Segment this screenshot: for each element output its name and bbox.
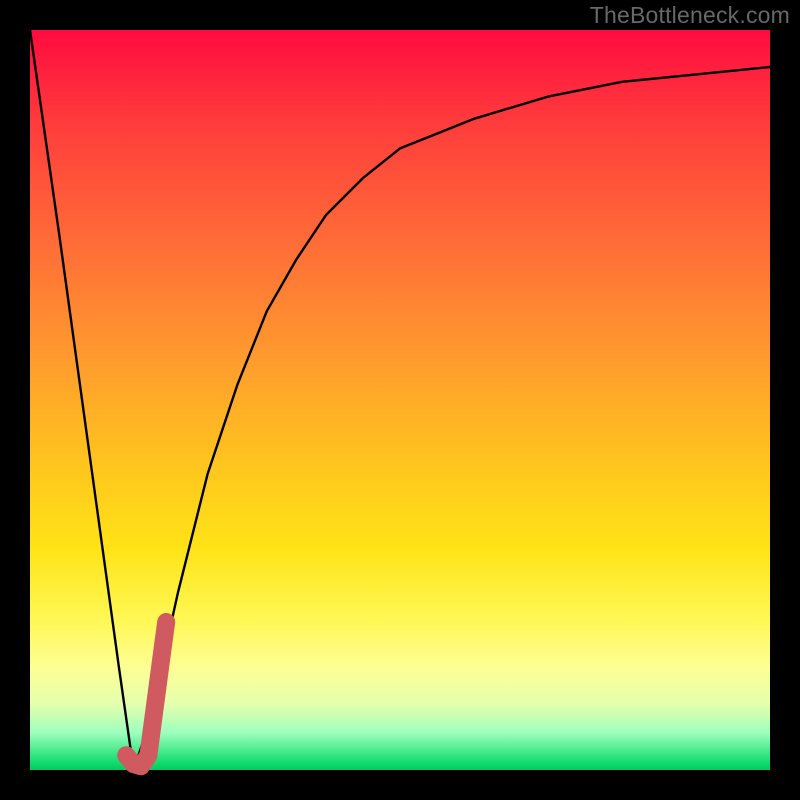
branding-watermark: TheBottleneck.com — [590, 2, 790, 29]
chart-svg — [30, 30, 770, 770]
marker-stroke — [126, 622, 166, 766]
curve-line — [30, 30, 770, 770]
chart-frame: TheBottleneck.com — [0, 0, 800, 800]
plot-area — [30, 30, 770, 770]
